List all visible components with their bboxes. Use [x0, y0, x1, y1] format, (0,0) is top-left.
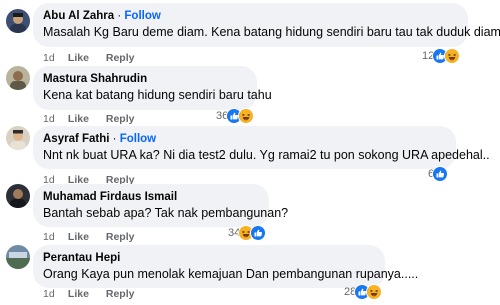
avatar[interactable] — [6, 66, 30, 90]
like-button[interactable]: Like — [68, 231, 89, 243]
comment-time[interactable]: 1d — [43, 231, 65, 243]
comment-author: Muhamad Firdaus Ismail — [43, 190, 259, 204]
haha-icon — [444, 48, 461, 64]
comment-bubble: Asyraf Fathi · Follow Nnt nk buat URA ka… — [33, 126, 490, 169]
reaction-summary[interactable]: 36 — [216, 108, 255, 124]
like-icon — [250, 225, 267, 241]
comment-actions: 1d Like Reply — [43, 52, 148, 64]
reply-button[interactable]: Reply — [106, 288, 135, 300]
reaction-summary[interactable]: 28 — [344, 284, 383, 300]
avatar[interactable] — [6, 9, 30, 33]
separator: · — [117, 10, 122, 22]
comment-actions: 1d Like Reply — [43, 113, 148, 125]
comment-text: Masalah Kg Baru deme diam. Kena batang h… — [43, 25, 500, 39]
comment-bubble: Mastura Shahrudin Kena kat batang hidung… — [33, 66, 272, 110]
comment-author: Perantau Hepi — [43, 251, 375, 265]
haha-icon — [366, 284, 383, 300]
author-name[interactable]: Muhamad Firdaus Ismail — [43, 191, 177, 203]
comment-time[interactable]: 1d — [43, 288, 65, 300]
comment-author: Abu Al Zahra · Follow — [43, 9, 458, 23]
reply-button[interactable]: Reply — [106, 52, 135, 64]
comment-author: Asyraf Fathi · Follow — [43, 132, 446, 146]
comment-bubble: Abu Al Zahra · Follow Masalah Kg Baru de… — [33, 3, 500, 47]
comment-text: Kena kat batang hidung sendiri baru tahu — [43, 88, 272, 102]
like-button[interactable]: Like — [68, 113, 89, 125]
separator: · — [112, 133, 117, 145]
reaction-summary[interactable]: 34 — [228, 225, 267, 241]
author-name[interactable]: Asyraf Fathi — [43, 133, 109, 145]
reply-button[interactable]: Reply — [106, 113, 135, 125]
avatar[interactable] — [6, 184, 30, 208]
reaction-summary[interactable]: 12 — [422, 48, 461, 64]
comment-author: Mastura Shahrudin — [43, 72, 247, 86]
comment-text: Nnt nk buat URA ka? Ni dia test2 dulu. Y… — [43, 148, 490, 162]
avatar[interactable] — [6, 245, 30, 269]
author-name[interactable]: Abu Al Zahra — [43, 10, 114, 22]
like-button[interactable]: Like — [68, 288, 89, 300]
author-name[interactable]: Mastura Shahrudin — [43, 73, 147, 85]
comment-time[interactable]: 1d — [43, 52, 65, 64]
follow-button[interactable]: Follow — [120, 133, 156, 145]
like-icon — [432, 166, 449, 182]
reply-button[interactable]: Reply — [106, 231, 135, 243]
comment-text: Bantah sebab apa? Tak nak pembangunan? — [43, 206, 289, 220]
comment-actions: 1d Like Reply — [43, 231, 148, 243]
follow-button[interactable]: Follow — [124, 10, 160, 22]
like-button[interactable]: Like — [68, 52, 89, 64]
comment-time[interactable]: 1d — [43, 113, 65, 125]
author-name[interactable]: Perantau Hepi — [43, 252, 120, 264]
comment-bubble: Muhamad Firdaus Ismail Bantah sebab apa?… — [33, 184, 289, 227]
avatar[interactable] — [6, 126, 30, 150]
comment-bubble: Perantau Hepi Orang Kaya pun menolak kem… — [33, 245, 419, 288]
haha-icon — [238, 108, 255, 124]
reaction-summary[interactable]: 6 — [428, 166, 449, 182]
comment-actions: 1d Like Reply — [43, 288, 148, 300]
comment-text: Orang Kaya pun menolak kemajuan Dan pemb… — [43, 267, 419, 281]
